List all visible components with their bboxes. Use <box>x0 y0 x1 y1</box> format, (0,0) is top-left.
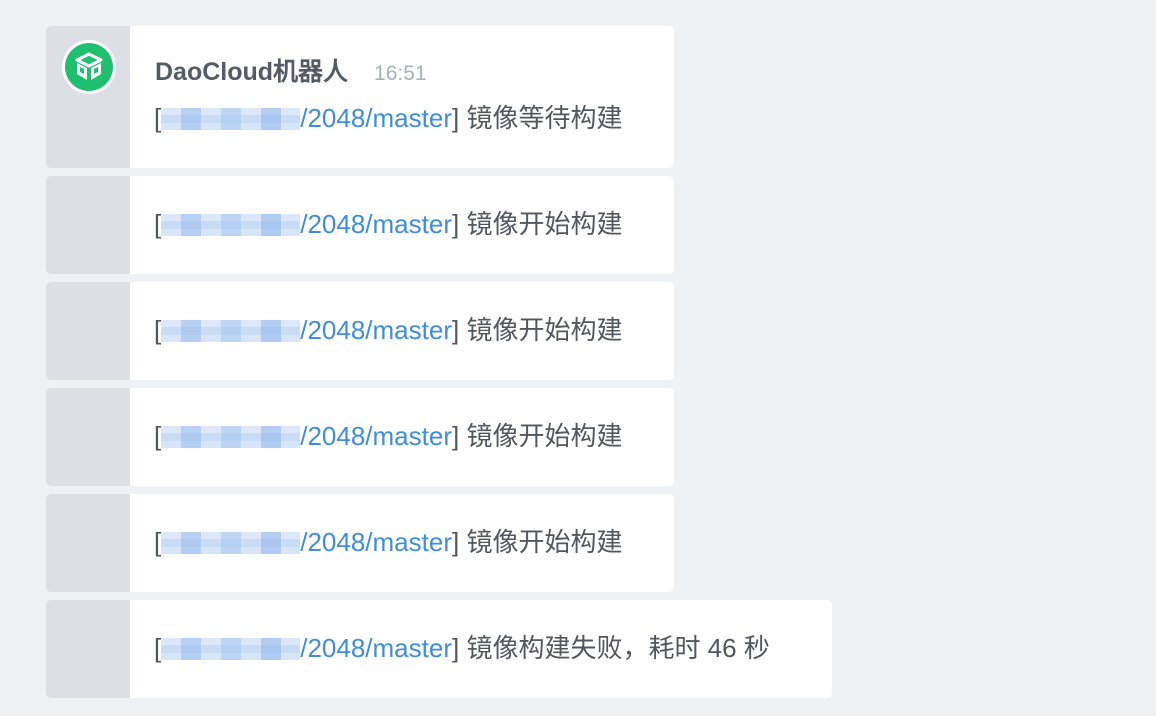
redacted-repo-name <box>161 532 301 554</box>
redacted-repo-name <box>161 320 301 342</box>
build-status-text: 镜像开始构建 <box>459 209 623 239</box>
message-text: [/2048/master] 镜像开始构建 <box>154 419 622 453</box>
message-header: DaoCloud机器人 16:51 <box>155 52 427 88</box>
branch-path: /2048/master <box>300 421 452 451</box>
build-status-text: 镜像构建失败，耗时 46 秒 <box>459 633 770 663</box>
repo-branch-link[interactable]: /2048/master <box>161 527 452 557</box>
build-status-text: 镜像开始构建 <box>459 421 623 451</box>
message-gutter <box>46 176 130 274</box>
message-text: [/2048/master] 镜像开始构建 <box>154 525 622 559</box>
message-gutter <box>46 282 130 380</box>
repo-branch-link[interactable]: /2048/master <box>161 103 452 133</box>
message-text: [/2048/master] 镜像构建失败，耗时 46 秒 <box>154 631 770 665</box>
message-card: [/2048/master] 镜像开始构建 <box>46 282 674 380</box>
build-status-text: 镜像开始构建 <box>459 527 623 557</box>
branch-path: /2048/master <box>300 527 452 557</box>
repo-branch-link[interactable]: /2048/master <box>161 315 452 345</box>
message-card: [/2048/master] 镜像开始构建 <box>46 176 674 274</box>
message-text: [/2048/master] 镜像开始构建 <box>154 313 622 347</box>
message-gutter <box>46 388 130 486</box>
message-text: [/2048/master] 镜像等待构建 <box>154 101 622 135</box>
build-status-text: 镜像开始构建 <box>459 315 623 345</box>
repo-branch-link[interactable]: /2048/master <box>161 209 452 239</box>
branch-path: /2048/master <box>300 103 452 133</box>
message-card: [/2048/master] 镜像开始构建 <box>46 494 674 592</box>
message-gutter <box>46 494 130 592</box>
message-gutter <box>46 26 130 168</box>
message-text: [/2048/master] 镜像开始构建 <box>154 207 622 241</box>
repo-branch-link[interactable]: /2048/master <box>161 421 452 451</box>
redacted-repo-name <box>161 638 301 660</box>
message-card: [/2048/master] 镜像构建失败，耗时 46 秒 <box>46 600 832 698</box>
daocloud-logo-icon <box>75 52 103 80</box>
redacted-repo-name <box>161 426 301 448</box>
redacted-repo-name <box>161 108 301 130</box>
message-card: DaoCloud机器人 16:51 [/2048/master] 镜像等待构建 <box>46 26 674 168</box>
branch-path: /2048/master <box>300 209 452 239</box>
build-status-text: 镜像等待构建 <box>459 103 623 133</box>
branch-path: /2048/master <box>300 633 452 663</box>
message-timestamp: 16:51 <box>374 62 427 85</box>
message-card: [/2048/master] 镜像开始构建 <box>46 388 674 486</box>
repo-branch-link[interactable]: /2048/master <box>161 633 452 663</box>
message-gutter <box>46 600 130 698</box>
sender-name[interactable]: DaoCloud机器人 <box>155 52 348 88</box>
branch-path: /2048/master <box>300 315 452 345</box>
redacted-repo-name <box>161 214 301 236</box>
avatar[interactable] <box>62 40 116 94</box>
